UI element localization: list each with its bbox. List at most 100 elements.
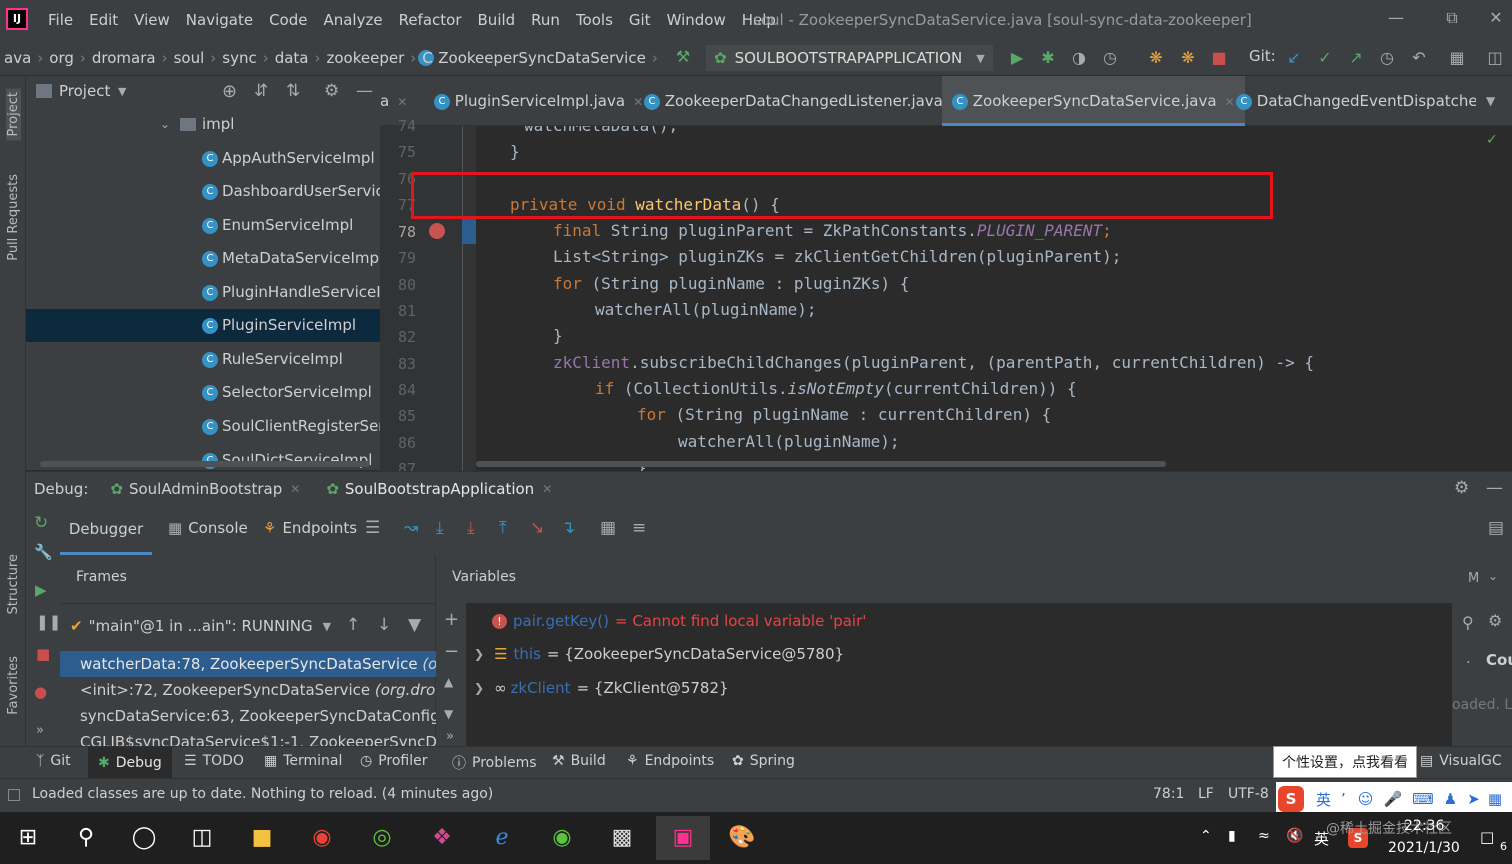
hot-swap-icon[interactable]: ❋ — [1177, 47, 1199, 69]
rerun-icon[interactable]: ↻ — [34, 513, 48, 533]
breadcrumb-item[interactable]: dromara — [88, 49, 160, 67]
expand-all-icon[interactable]: ⇵ — [254, 81, 268, 101]
git-push-icon[interactable]: ↗ — [1345, 47, 1367, 69]
chrome-icon[interactable]: ◉ — [300, 816, 344, 860]
layout-icon[interactable]: ◫ — [1484, 47, 1506, 69]
drawing-app-icon[interactable]: ❖ — [420, 816, 464, 860]
tool-tab-visualgc[interactable]: ▤ VisualGC — [1420, 753, 1502, 769]
git-update-icon[interactable]: ↙ — [1283, 47, 1305, 69]
tool-tab-spring[interactable]: ✿ Spring — [732, 753, 795, 769]
tree-item-selected[interactable]: C PluginServiceImpl — [26, 309, 380, 342]
cortana-icon[interactable]: ◯ — [122, 816, 166, 860]
chevron-right-icon[interactable]: ❯ — [474, 647, 484, 661]
resume-icon[interactable]: ▶ — [35, 581, 47, 599]
step-into-icon[interactable]: ⤓ — [467, 518, 475, 538]
chevron-down-icon[interactable]: ▼ — [118, 85, 126, 98]
show-execution-point-icon[interactable]: ↝ — [404, 518, 418, 538]
editor-tab[interactable]: C ZookeeperDataChangedListener.java✕ — [636, 76, 969, 126]
grid-icon[interactable]: ▦ — [1488, 790, 1502, 808]
menu-git[interactable]: Git — [621, 0, 659, 40]
run-configuration-select[interactable]: ✿ SOULBOOTSTRAPAPPLICATION ▼ — [706, 45, 993, 71]
coverage-icon[interactable]: ◑ — [1068, 47, 1090, 69]
debug-session-tab[interactable]: SoulAdminBootstrap — [129, 480, 282, 498]
tool-tab-build[interactable]: ⚒ Build — [552, 753, 606, 769]
gear-icon[interactable]: ⚙ — [1488, 611, 1502, 630]
frame-item[interactable]: CGLIB$syncDataService$1:-1, ZookeeperSyn… — [60, 729, 436, 746]
tool-tab-terminal[interactable]: ▦ Terminal — [264, 753, 342, 769]
editor-tab[interactable]: C PluginServiceImpl.java ✕ — [424, 76, 653, 126]
gear-icon[interactable]: ⚙ — [1454, 478, 1469, 498]
breadcrumb-item[interactable]: ZookeeperSyncDataService — [434, 49, 650, 67]
sogou-logo-icon[interactable]: S — [1278, 786, 1304, 812]
keyboard-icon[interactable]: ⌨ — [1412, 790, 1434, 808]
git-commit-icon[interactable]: ✓ — [1314, 47, 1336, 69]
structure-tool-tab[interactable]: Structure — [6, 554, 21, 614]
breadcrumb-item[interactable]: sync — [218, 49, 260, 67]
caret-position[interactable]: 78:1 — [1153, 786, 1184, 802]
rollback-icon[interactable]: ↶ — [1408, 47, 1430, 69]
thread-select[interactable]: ✔ "main"@1 in ...ain": RUNNING ▼ — [70, 617, 331, 635]
battery-icon[interactable]: ▮ — [1228, 828, 1236, 844]
tree-folder-impl[interactable]: ⌄ impl — [26, 108, 380, 141]
close-tab-icon[interactable]: ✕ — [290, 482, 300, 496]
debugger-tab[interactable]: Debugger — [60, 505, 152, 555]
tree-item[interactable]: C AppAuthServiceImpl — [26, 142, 380, 175]
trace-icon[interactable]: ≡ — [632, 518, 646, 538]
hide-panel-icon[interactable]: — — [1486, 478, 1503, 498]
layout-settings-icon[interactable]: ▤ — [1488, 518, 1504, 538]
menu-build[interactable]: Build — [470, 0, 524, 40]
step-over-icon[interactable]: ⤓ — [436, 518, 444, 538]
hide-panel-icon[interactable]: — — [356, 81, 373, 101]
wifi-icon[interactable]: ≈ — [1258, 828, 1270, 844]
more-icon[interactable]: » — [446, 729, 454, 744]
arrow-down-icon[interactable]: ↓ — [377, 615, 391, 635]
tree-item[interactable]: C DashboardUserServiceI — [26, 175, 380, 208]
minimize-icon[interactable]: — — [1384, 6, 1408, 30]
pull-requests-tool-tab[interactable]: Pull Requests — [6, 174, 21, 261]
stop-icon[interactable]: ■ — [1208, 47, 1230, 69]
more-icon[interactable]: » — [36, 723, 44, 738]
breadcrumb-item[interactable]: org — [45, 49, 78, 67]
menu-tools[interactable]: Tools — [568, 0, 621, 40]
editor-tab-active[interactable]: C ZookeeperSyncDataService.java ✕ — [942, 76, 1245, 126]
frame-item[interactable]: <init>:72, ZookeeperSyncDataService (org… — [60, 677, 436, 703]
browser-360-icon[interactable]: ◎ — [360, 816, 404, 860]
remove-watch-icon[interactable]: − — [444, 641, 459, 662]
menu-window[interactable]: Window — [659, 0, 734, 40]
paint-icon[interactable]: 🎨 — [720, 816, 764, 860]
horizontal-scrollbar[interactable] — [476, 461, 1166, 467]
frame-item-selected[interactable]: watcherData:78, ZookeeperSyncDataService… — [60, 651, 436, 677]
close-icon[interactable]: ✕ — [1484, 6, 1508, 30]
restore-icon[interactable]: ⧉ — [1440, 6, 1464, 30]
chevron-down-icon[interactable]: ⌄ — [160, 108, 170, 141]
clock-time[interactable]: 22:36 — [1404, 818, 1444, 834]
update-app-icon[interactable]: ❋ — [1145, 47, 1167, 69]
frame-item[interactable]: syncDataService:63, ZookeeperSyncDataCon… — [60, 703, 436, 729]
wrench-icon[interactable]: 🔧 — [34, 543, 53, 561]
notification-icon[interactable]: □ — [1480, 828, 1494, 846]
view-breakpoints-icon[interactable]: ● — [34, 683, 47, 701]
editor-tab[interactable]: C DataChangedEventDispatcher.ja — [1226, 76, 1476, 126]
locate-target-icon[interactable]: ⊕ — [222, 81, 237, 102]
search-icon[interactable]: ⚲ — [64, 816, 108, 860]
step-out-icon[interactable]: ⤒ — [499, 518, 507, 538]
menu-file[interactable]: File — [40, 0, 81, 40]
breadcrumb-item[interactable]: data — [271, 49, 313, 67]
tabs-overflow-icon[interactable]: ▼ — [1486, 76, 1495, 126]
run-icon[interactable]: ▶ — [1006, 47, 1028, 69]
task-view-icon[interactable]: ◫ — [180, 816, 224, 860]
windows-start-icon[interactable]: ⊞ — [6, 816, 50, 860]
console-tab[interactable]: ▦ Console — [168, 519, 248, 537]
drop-frame-icon[interactable]: ↘ — [530, 518, 544, 538]
tray-chevron-up-icon[interactable]: ⌃ — [1200, 828, 1212, 844]
microphone-icon[interactable]: 🎤 — [1383, 790, 1402, 808]
search-icon[interactable]: ⚲ — [1462, 613, 1474, 632]
tool-tab-git[interactable]: ᛉ Git — [36, 753, 71, 769]
tool-tab-debug[interactable]: ✱ Debug — [88, 747, 172, 778]
tool-windows-icon[interactable] — [8, 789, 20, 801]
user-icon[interactable]: ♟ — [1444, 790, 1457, 808]
run-to-cursor-icon[interactable]: ↴ — [561, 518, 575, 538]
clock-date[interactable]: 2021/1/30 — [1388, 840, 1460, 856]
line-separator[interactable]: LF — [1198, 786, 1214, 802]
variable-row[interactable]: ! pair.getKey() = Cannot find local vari… — [492, 612, 866, 630]
